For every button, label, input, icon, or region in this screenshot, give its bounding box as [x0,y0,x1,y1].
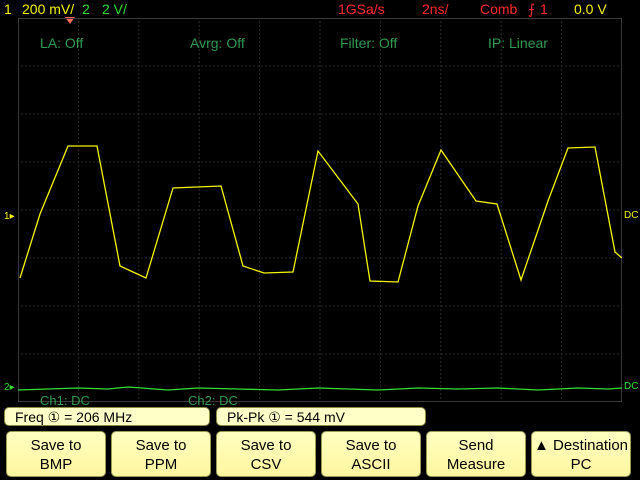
trigger-edge-icon: ⨍ [528,1,536,17]
ch1-right-marker: DC [624,210,639,221]
trigger-channel: 1 [540,1,548,17]
oscilloscope-screen: 1 200 mV/ 2 2 V/ 1GSa/s 2ns/ Comb ⨍ 1 0.… [0,0,640,480]
trigger-mode[interactable]: Comb [480,0,517,18]
graticule [18,18,622,402]
save-to-csv-button[interactable]: Save to CSV [216,431,316,477]
ch2-number: 2 [82,1,90,17]
ch2-scale[interactable]: 2 V/ [102,0,127,18]
ch1-number: 1 [4,1,12,17]
filter-status: Filter: Off [340,35,398,51]
ip-status: IP: Linear [488,35,548,51]
freq-measurement: Freq ① = 206 MHz [4,407,210,426]
ch2-right-marker: DC [624,381,639,392]
grid-lines [18,18,622,402]
save-to-bmp-button[interactable]: Save to BMP [6,431,106,477]
ch2-ground-marker[interactable]: 2▸ [4,382,15,393]
pkpk-measurement: Pk-Pk ① = 544 mV [216,407,426,426]
send-measure-button[interactable]: Send Measure [426,431,526,477]
destination-pc-button[interactable]: ▲ Destination PC [531,431,631,477]
softkey-bar: Save to BMP Save to PPM Save to CSV Save to… [6,431,636,477]
timebase[interactable]: 2ns/ [422,0,448,18]
ch1-ground-marker[interactable]: 1▸ [4,211,15,222]
save-to-ppm-button[interactable]: Save to PPM [111,431,211,477]
sample-rate: 1GSa/s [338,1,385,17]
trigger-level: 0.0 V [574,1,607,17]
save-to-ascii-button[interactable]: Save to ASCII [321,431,421,477]
ch1-scale[interactable]: 200 mV/ [22,0,74,18]
avrg-status: Avrg: Off [190,35,245,51]
la-status: LA: Off [40,35,84,51]
ch1-trace [19,145,622,283]
